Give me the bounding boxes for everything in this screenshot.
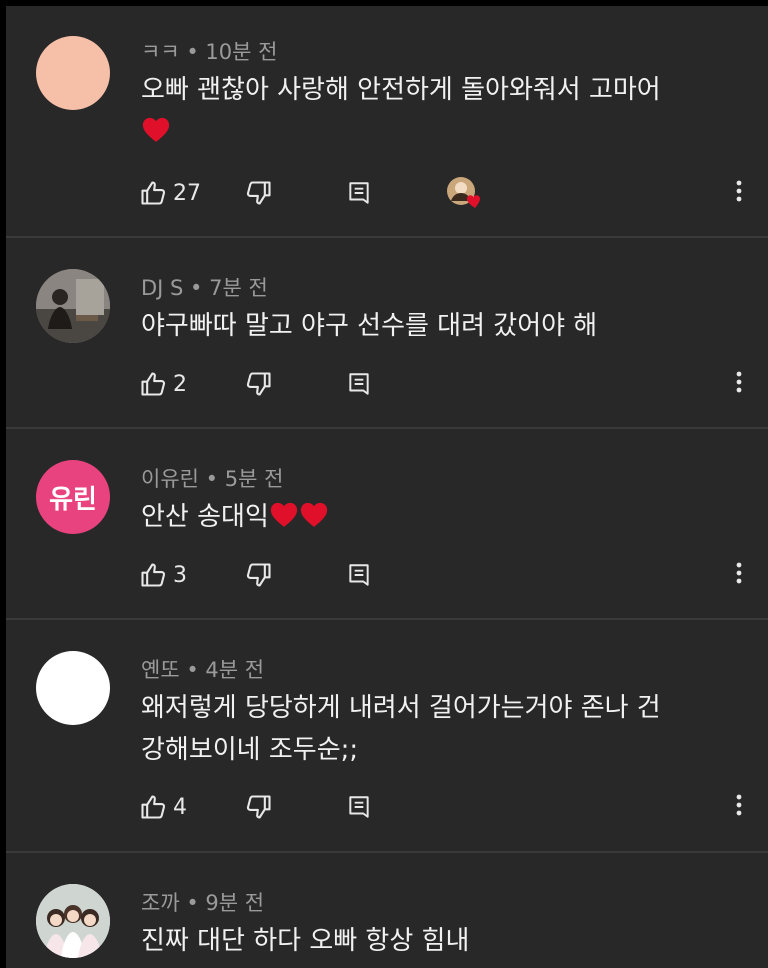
more-vert-icon	[736, 371, 742, 397]
reply-button[interactable]	[346, 787, 372, 827]
like-button[interactable]: 27	[139, 173, 201, 213]
comment-actions: 2	[139, 364, 749, 404]
timestamp: 7분 전	[209, 276, 268, 300]
more-vert-icon	[736, 562, 742, 588]
heart-icon	[299, 500, 329, 530]
comment-meta: 옌또 • 4분 전	[141, 654, 264, 684]
author-name[interactable]: 이유린	[141, 467, 199, 491]
comment-actions: 4	[139, 787, 749, 827]
reply-icon	[346, 371, 372, 397]
dislike-button[interactable]	[245, 787, 273, 827]
comment-text: 왜저렇게 당당하게 내려서 걸어가는거야 존나 건강해보이네 조두순;;	[141, 687, 681, 771]
avatar-initials: 유린	[49, 484, 97, 515]
like-count: 3	[173, 562, 187, 588]
thumb-down-icon	[245, 793, 273, 821]
comment-text: 안산 송대익	[141, 496, 741, 538]
comment-body: 안산 송대익	[141, 502, 269, 532]
avatar[interactable]	[36, 651, 110, 725]
author-name[interactable]: 옌또	[141, 658, 180, 682]
comment-text: 야구빠따 말고 야구 선수를 대려 갔어야 해	[141, 305, 741, 347]
avatar[interactable]	[36, 269, 110, 343]
thumb-down-icon	[245, 561, 273, 589]
comment-item: 옌또 • 4분 전 왜저렇게 당당하게 내려서 걸어가는거야 존나 건강해보이네…	[6, 620, 768, 853]
heart-icon	[269, 500, 299, 530]
comment-meta: 이유린 • 5분 전	[141, 463, 283, 493]
like-count: 2	[173, 371, 187, 397]
meta-separator: •	[179, 40, 206, 64]
avatar[interactable]: 유린	[36, 460, 110, 534]
comment-list: ㅋㅋ • 10분 전 오빠 괜찮아 사랑해 안전하게 돌아와줘서 고마어 27	[6, 6, 768, 968]
like-button[interactable]: 2	[139, 364, 187, 404]
more-button[interactable]	[729, 364, 749, 404]
dislike-button[interactable]	[245, 555, 273, 595]
avatar[interactable]	[36, 36, 110, 110]
meta-separator: •	[198, 467, 225, 491]
comment-actions: 27	[139, 173, 749, 213]
thumb-up-icon	[139, 179, 167, 207]
author-name[interactable]: 조까	[141, 891, 180, 915]
creator-heart	[445, 173, 485, 213]
more-button[interactable]	[729, 555, 749, 595]
author-name[interactable]: ㅋㅋ	[141, 40, 180, 64]
comment-meta: DJ S • 7분 전	[141, 272, 268, 302]
timestamp: 4분 전	[205, 658, 265, 682]
comment-meta: 조까 • 9분 전	[141, 887, 264, 917]
avatar-photo	[36, 269, 110, 343]
creator-avatar-heart	[447, 177, 480, 208]
comment-item: 유린 이유린 • 5분 전 안산 송대익 3	[6, 429, 768, 620]
reply-button[interactable]	[346, 173, 372, 213]
comment-text: 오빠 괜찮아 사랑해 안전하게 돌아와줘서 고마어	[141, 69, 741, 153]
like-count: 27	[173, 180, 201, 206]
timestamp: 9분 전	[205, 891, 265, 915]
thumb-down-icon	[245, 370, 273, 398]
comment-item: ㅋㅋ • 10분 전 오빠 괜찮아 사랑해 안전하게 돌아와줘서 고마어 27	[6, 6, 768, 238]
dislike-button[interactable]	[245, 364, 273, 404]
timestamp: 5분 전	[224, 467, 284, 491]
dislike-button[interactable]	[245, 173, 273, 213]
comment-body: 야구빠따 말고 야구 선수를 대려 갔어야 해	[141, 311, 598, 341]
comment-actions: 3	[139, 555, 749, 595]
thumb-up-icon	[139, 793, 167, 821]
thumb-up-icon	[139, 561, 167, 589]
author-name[interactable]: DJ S	[141, 276, 183, 300]
reply-icon	[346, 562, 372, 588]
comment-body: 오빠 괜찮아 사랑해 안전하게 돌아와줘서 고마어	[141, 75, 661, 105]
comment-meta: ㅋㅋ • 10분 전	[141, 36, 277, 66]
reply-button[interactable]	[346, 364, 372, 404]
heart-icon	[141, 115, 171, 145]
avatar-photo	[36, 884, 110, 958]
more-vert-icon	[736, 794, 742, 820]
comment-body: 진짜 대단 하다 오빠 항상 힘내	[141, 926, 470, 956]
reply-icon	[346, 794, 372, 820]
comment-item: 조까 • 9분 전 진짜 대단 하다 오빠 항상 힘내	[6, 853, 768, 968]
comment-body: 왜저렇게 당당하게 내려서 걸어가는거야 존나 건강해보이네 조두순;;	[141, 693, 661, 765]
more-vert-icon	[736, 180, 742, 206]
avatar[interactable]	[36, 884, 110, 958]
comment-item: DJ S • 7분 전 야구빠따 말고 야구 선수를 대려 갔어야 해 2	[6, 238, 768, 429]
meta-separator: •	[183, 276, 210, 300]
timestamp: 10분 전	[205, 40, 278, 64]
reply-icon	[346, 180, 372, 206]
thumb-down-icon	[245, 179, 273, 207]
like-count: 4	[173, 794, 187, 820]
reply-button[interactable]	[346, 555, 372, 595]
meta-separator: •	[179, 891, 206, 915]
comment-text: 진짜 대단 하다 오빠 항상 힘내	[141, 920, 741, 962]
like-button[interactable]: 4	[139, 787, 187, 827]
meta-separator: •	[179, 658, 206, 682]
more-button[interactable]	[729, 173, 749, 213]
like-button[interactable]: 3	[139, 555, 187, 595]
thumb-up-icon	[139, 370, 167, 398]
more-button[interactable]	[729, 787, 749, 827]
